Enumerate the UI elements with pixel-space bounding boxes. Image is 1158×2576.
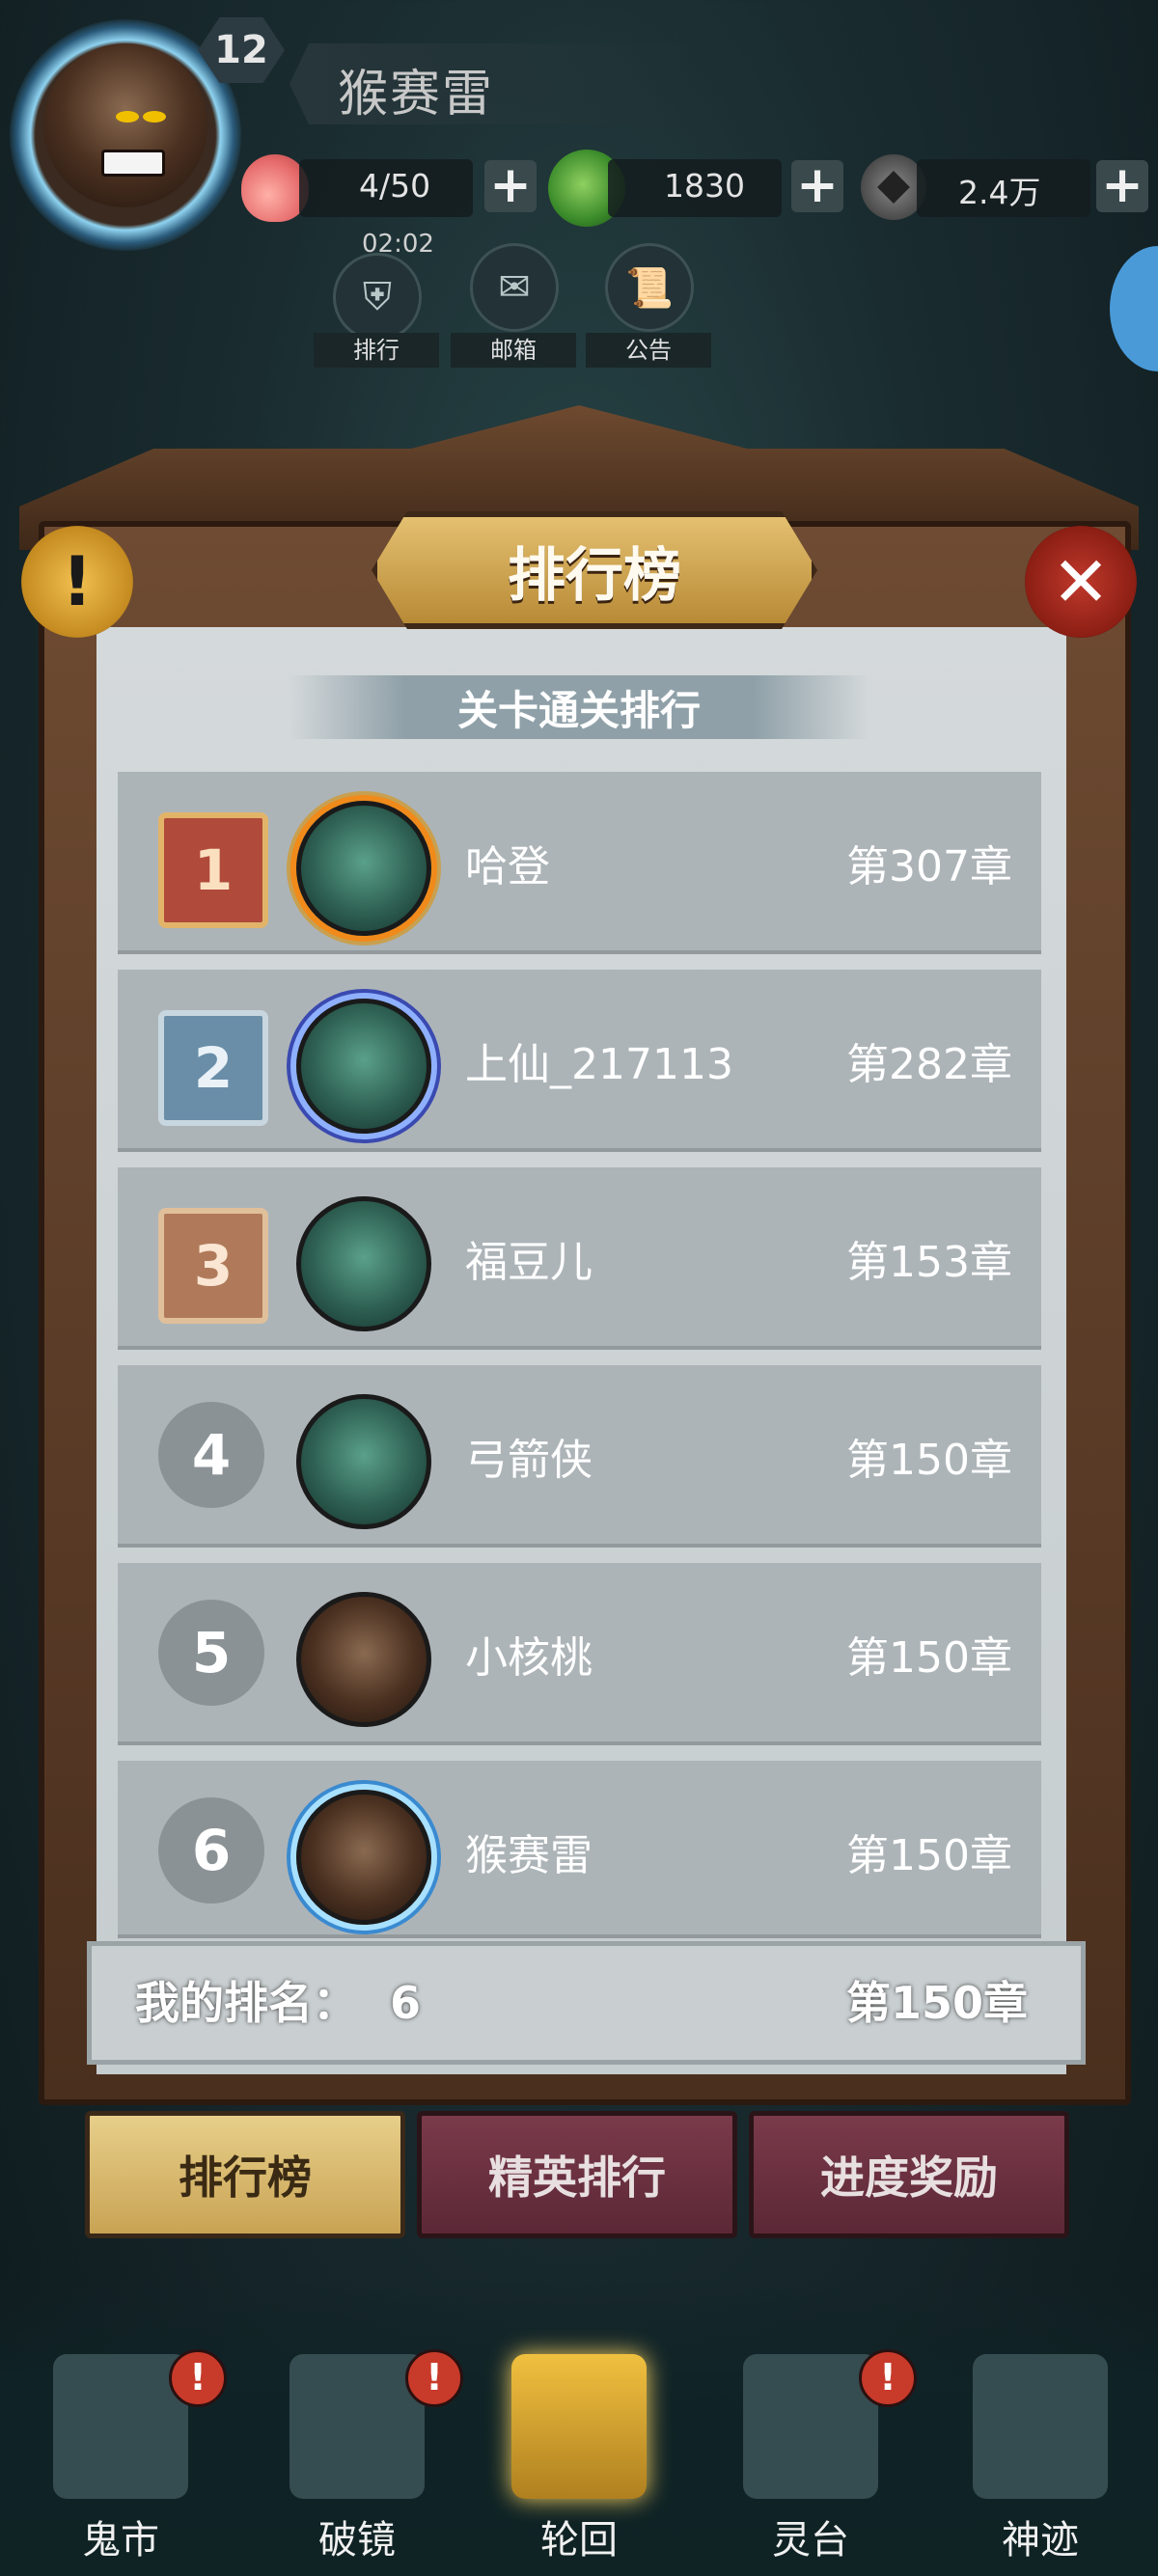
row-player-name: 哈登	[465, 842, 550, 891]
avatar-image	[43, 43, 207, 207]
tab-progress-reward[interactable]: 进度奖励	[749, 2111, 1069, 2238]
nav-break-mirror[interactable]: ! 破镜	[261, 2349, 463, 2576]
info-button[interactable]: !	[21, 526, 133, 638]
my-rank-label: 我的排名：	[135, 1977, 357, 2029]
notification-badge: !	[169, 2349, 227, 2407]
leaderboard-row[interactable]: 1 哈登 第307章	[118, 772, 1041, 954]
mail-icon[interactable]: ✉	[470, 243, 559, 332]
miracle-icon	[973, 2354, 1108, 2499]
row-player-name: 猴赛雷	[465, 1831, 593, 1880]
close-icon: ✕	[1051, 541, 1111, 622]
coins-value: 2.4万	[958, 174, 1041, 211]
nav-reincarnation[interactable]: 轮回	[482, 2354, 676, 2576]
leaderboard-row[interactable]: 2 上仙_217113 第282章	[118, 970, 1041, 1152]
leaderboard-row[interactable]: 6 猴赛雷 第150章	[118, 1761, 1041, 1938]
row-avatar[interactable]	[296, 1592, 431, 1727]
nav-label: 灵台	[772, 2518, 849, 2562]
stamina-value: 4/50	[359, 167, 431, 205]
side-menu-orb[interactable]	[1110, 246, 1158, 371]
row-avatar[interactable]	[296, 1790, 431, 1925]
nav-label: 轮回	[540, 2518, 618, 2562]
spirit-platform-icon	[743, 2354, 878, 2499]
row-avatar[interactable]	[296, 999, 431, 1134]
row-avatar[interactable]	[296, 801, 431, 936]
rank-badge: 4	[158, 1402, 264, 1508]
close-button[interactable]: ✕	[1025, 526, 1137, 638]
panel-title: 排行榜	[508, 541, 681, 610]
my-rank-value: 6	[390, 1977, 422, 2029]
ghost-market-icon	[53, 2354, 188, 2499]
avatar-eyes	[116, 111, 139, 123]
rank-badge: 6	[158, 1797, 264, 1904]
leaderboard-row[interactable]: 5 小核桃 第150章	[118, 1563, 1041, 1745]
shortcut-label-ranking[interactable]: 排行	[314, 333, 439, 368]
my-rank: 我的排名： 6	[135, 1968, 421, 2032]
tab-elite-ranking[interactable]: 精英排行	[417, 2111, 737, 2238]
nav-label: 鬼市	[82, 2518, 159, 2562]
row-player-name: 上仙_217113	[465, 1040, 733, 1089]
nav-miracle[interactable]: 神迹	[944, 2354, 1137, 2576]
armor-icon[interactable]: ⛨	[333, 253, 422, 342]
row-chapter: 第150章	[846, 1831, 1012, 1880]
row-avatar[interactable]	[296, 1394, 431, 1529]
row-player-name: 小核桃	[465, 1633, 593, 1683]
avatar-mouth	[101, 150, 165, 177]
exclamation-icon: !	[62, 542, 93, 621]
nav-spirit-platform[interactable]: ! 灵台	[714, 2349, 917, 2576]
leaderboard-row[interactable]: 3 福豆儿 第153章	[118, 1167, 1041, 1350]
break-mirror-icon	[290, 2354, 425, 2499]
row-chapter: 第150章	[846, 1633, 1012, 1683]
tab-leaderboard[interactable]: 排行榜	[85, 2111, 405, 2238]
add-coins-button[interactable]: +	[1096, 160, 1148, 212]
player-name: 猴赛雷	[338, 66, 495, 123]
scroll-icon[interactable]: 📜	[605, 243, 694, 332]
nav-label: 神迹	[1002, 2518, 1079, 2562]
yin-yang-icon	[511, 2354, 647, 2499]
notification-badge: !	[405, 2349, 463, 2407]
rank-badge: 3	[158, 1208, 268, 1324]
shortcut-label-notice[interactable]: 公告	[586, 333, 711, 368]
row-player-name: 福豆儿	[465, 1238, 593, 1287]
panel-subtitle: 关卡通关排行	[456, 686, 701, 734]
subtitle-bar: 关卡通关排行	[290, 675, 868, 739]
nav-ghost-market[interactable]: ! 鬼市	[24, 2349, 227, 2576]
rank-badge: 2	[158, 1010, 268, 1126]
row-player-name: 弓箭侠	[465, 1436, 593, 1485]
row-avatar[interactable]	[296, 1196, 431, 1331]
leaderboard-row[interactable]: 4 弓箭侠 第150章	[118, 1365, 1041, 1548]
row-chapter: 第282章	[846, 1040, 1012, 1089]
shortcut-label-mail[interactable]: 邮箱	[451, 333, 576, 368]
my-rank-chapter: 第150章	[845, 1977, 1028, 2029]
row-chapter: 第307章	[846, 842, 1012, 891]
row-chapter: 第150章	[846, 1436, 1012, 1485]
row-chapter: 第153章	[846, 1238, 1012, 1287]
add-jade-button[interactable]: +	[791, 160, 843, 212]
nav-label: 破镜	[318, 2518, 396, 2562]
panel-title-plate: 排行榜	[372, 511, 817, 629]
rank-badge: 1	[158, 812, 268, 928]
notification-badge: !	[859, 2349, 917, 2407]
rank-badge: 5	[158, 1600, 264, 1706]
add-stamina-button[interactable]: +	[484, 160, 537, 212]
jade-value: 1830	[664, 167, 745, 205]
